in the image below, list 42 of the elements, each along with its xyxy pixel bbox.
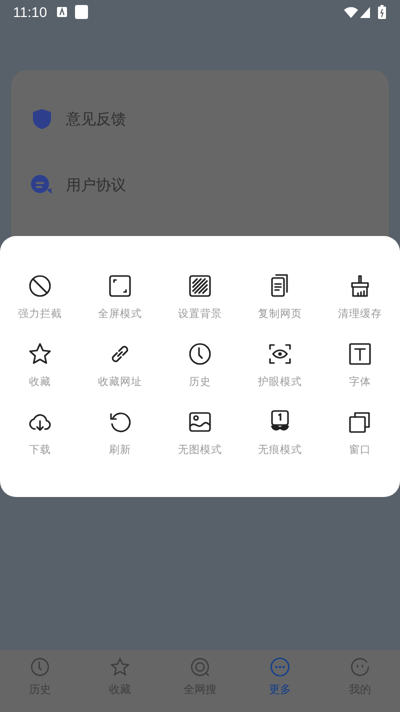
blocked-icon — [28, 274, 52, 298]
fullscreen-icon — [108, 274, 132, 298]
battery-icon — [378, 5, 386, 19]
action-button[interactable]: 窗口 — [320, 410, 400, 457]
eye-icon — [268, 342, 292, 366]
action-button[interactable]: 强力拦截 — [0, 274, 80, 321]
notification-icon — [75, 5, 88, 19]
action-button[interactable]: 护眼模式 — [240, 342, 320, 389]
brush-icon — [348, 274, 372, 298]
action-button[interactable]: 设置背景 — [160, 274, 240, 321]
windows-icon — [348, 410, 372, 434]
menu-item[interactable]: 意见反馈 — [66, 110, 126, 128]
star-icon — [110, 657, 130, 677]
action-button[interactable]: 清理缓存 — [320, 274, 400, 321]
signal-icon — [360, 6, 370, 18]
smiley-icon — [350, 657, 370, 677]
action-button[interactable]: 收藏 — [0, 342, 80, 389]
clock-icon — [188, 342, 212, 366]
action-button[interactable]: 下载 — [0, 410, 80, 457]
shield-icon — [30, 107, 54, 131]
star-icon — [28, 342, 52, 366]
text-icon — [348, 342, 372, 366]
search-icon — [190, 657, 210, 677]
status-time: 11:10 — [13, 4, 47, 20]
action-button[interactable]: 收藏网址 — [80, 342, 160, 389]
chat-icon — [30, 173, 54, 197]
action-button[interactable]: 字体 — [320, 342, 400, 389]
keyboard-icon — [57, 7, 67, 17]
menu-item[interactable]: 用户协议 — [66, 176, 126, 194]
wifi-icon — [344, 6, 358, 18]
nav-tab[interactable]: 更多 — [240, 650, 320, 704]
action-button[interactable]: 无图模式 — [160, 410, 240, 457]
action-button[interactable]: 全屏模式 — [80, 274, 160, 321]
action-button[interactable]: 复制网页 — [240, 274, 320, 321]
action-button[interactable]: 历史 — [160, 342, 240, 389]
more-icon — [270, 657, 290, 677]
hatched-square-icon — [188, 274, 212, 298]
action-button[interactable]: 无痕模式 — [240, 410, 320, 457]
image-icon — [188, 410, 212, 434]
action-button[interactable]: 刷新 — [80, 410, 160, 457]
clock-icon — [30, 657, 50, 677]
refresh-icon — [108, 410, 132, 434]
